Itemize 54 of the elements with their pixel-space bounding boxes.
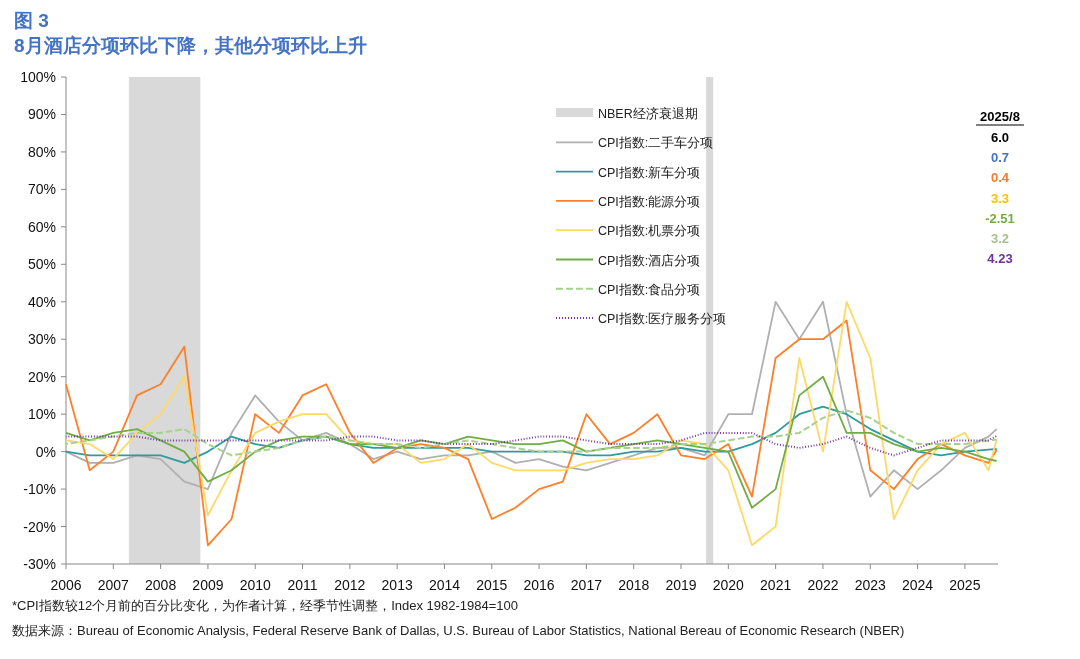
latest-value: 4.23 <box>987 251 1013 267</box>
legend-label: NBER经济衰退期 <box>598 107 698 121</box>
x-tick-label: 2006 <box>50 577 82 593</box>
y-tick-label: 50% <box>27 256 56 273</box>
x-tick-label: 2021 <box>760 577 792 593</box>
latest-value: 3.2 <box>990 231 1010 246</box>
x-tick-label: 2014 <box>428 577 461 593</box>
footnote: *CPI指数较12个月前的百分比变化，为作者计算，经季节性调整，Index 1982-1984=100 <box>12 597 519 615</box>
x-tick-label: 2020 <box>712 577 744 593</box>
legend-label: CPI指数:机票分项 <box>598 224 701 239</box>
x-tick-label: 2023 <box>854 577 886 593</box>
y-tick-label: 90% <box>27 106 56 123</box>
x-tick-label: 2015 <box>476 577 508 593</box>
latest-value: 0.4 <box>990 170 1010 186</box>
y-tick-label: 0% <box>35 443 56 460</box>
x-tick-label: 2019 <box>665 577 697 593</box>
x-tick-label: 2010 <box>239 577 271 593</box>
legend-label: CPI指数:二手车分项 <box>598 136 714 151</box>
x-tick-label: 2008 <box>145 577 177 593</box>
y-tick-label: 40% <box>27 293 56 310</box>
latest-value: 6.0 <box>990 130 1010 145</box>
x-tick-label: 2007 <box>97 577 129 593</box>
legend-label: CPI指数:医疗服务分项 <box>598 312 727 327</box>
figure-number: 图 3 <box>14 9 49 33</box>
y-tick-label: 10% <box>27 406 56 423</box>
x-tick-label: 2025 <box>949 577 981 593</box>
legend-label: CPI指数:食品分项 <box>598 282 701 297</box>
x-tick-label: 2018 <box>618 577 650 593</box>
y-tick-label: 80% <box>27 143 56 160</box>
latest-value: -2.51 <box>985 210 1015 226</box>
latest-value: 0.7 <box>990 150 1010 166</box>
y-tick-label: -10% <box>23 481 56 498</box>
x-tick-label: 2009 <box>192 577 224 593</box>
x-tick-label: 2016 <box>523 577 555 593</box>
y-tick-label: 60% <box>27 218 56 235</box>
y-tick-label: 70% <box>27 181 56 198</box>
source-note: 数据来源：Bureau of Economic Analysis, Federal Reserve Bank of Dallas, U.S. Bureau of Labor Statistics, National Bereau of Economic Research (NBER) <box>12 622 905 640</box>
x-tick-label: 2017 <box>570 577 602 593</box>
legend-label: CPI指数:酒店分项 <box>598 253 701 268</box>
y-tick-label: 20% <box>27 368 56 385</box>
x-tick-label: 2022 <box>807 577 839 593</box>
legend-label: CPI指数:新车分项 <box>598 165 701 180</box>
x-tick-label: 2011 <box>287 577 318 593</box>
value-panel-heading: 2025/8 <box>980 109 1020 124</box>
x-tick-label: 2024 <box>902 577 934 593</box>
chart-title: 8月酒店分项环比下降，其他分项环比上升 <box>14 34 367 58</box>
x-tick-label: 2013 <box>381 577 413 593</box>
y-tick-label: 100% <box>20 69 56 85</box>
legend-label: CPI指数:能源分项 <box>598 194 701 209</box>
y-tick-label: -30% <box>23 556 56 572</box>
x-tick-label: 2012 <box>334 577 366 593</box>
latest-value: 3.3 <box>990 190 1010 206</box>
y-tick-label: -20% <box>23 518 56 535</box>
y-tick-label: 30% <box>27 331 56 348</box>
